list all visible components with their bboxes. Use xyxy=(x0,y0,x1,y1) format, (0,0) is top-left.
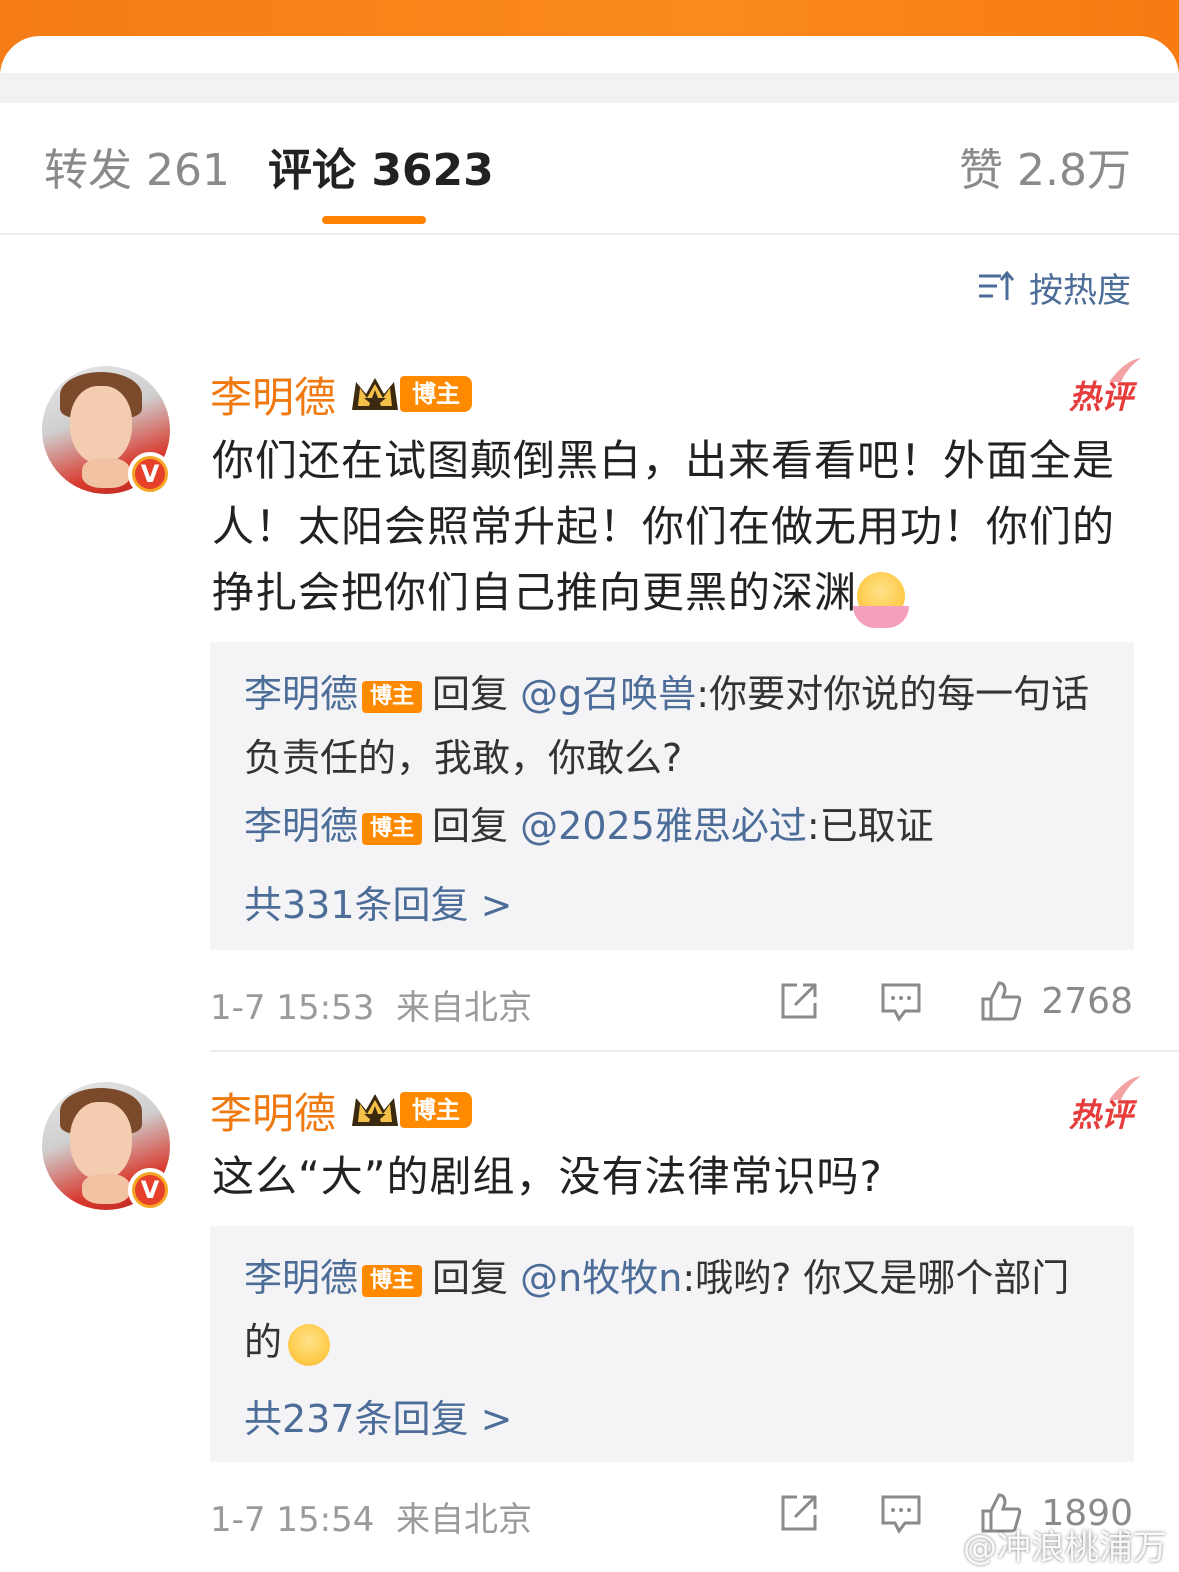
reply-verb: 回复 xyxy=(432,672,509,716)
comment-text: 这么“大”的剧组，没有法律常识吗? xyxy=(212,1152,883,1201)
comment-divider xyxy=(210,1050,1179,1052)
tab-comment[interactable]: 评论 3623 xyxy=(268,145,494,197)
reply-preview-box[interactable]: 李明德 博主 回复 @g召唤兽:你要对你说的每一句话负责任的，我敢，你敢么? 李明德… xyxy=(210,642,1134,950)
reply-preview-box[interactable]: 李明德 博主 回复 @n牧牧n:哦哟? 你又是哪个部门的 共237条回复 > xyxy=(210,1226,1134,1462)
commenter-name[interactable]: 李明德 xyxy=(210,364,336,425)
comment-meta: 1-7 15:53 来自北京 xyxy=(210,980,532,1029)
active-tab-indicator xyxy=(322,216,426,224)
comment-text: 你们还在试图颠倒黑白，出来看看吧！外面全是人！太阳会照常升起！你们在做无用功！你… xyxy=(212,428,1132,628)
weibo-logo-icon xyxy=(905,1531,953,1562)
mention-link: @2025雅思必过 xyxy=(520,804,807,848)
flame-icon xyxy=(1109,358,1141,382)
comment-location: 来自北京 xyxy=(395,1500,532,1540)
view-all-replies-link[interactable]: 共331条回复 > xyxy=(244,874,512,929)
comment-header: 李明德 博主 xyxy=(210,364,473,425)
comment-header: 李明德 博主 xyxy=(210,1080,473,1141)
comment-time: 1-7 15:53 xyxy=(210,988,375,1028)
comment-icon[interactable] xyxy=(879,979,923,1023)
tab-bar: 转发 261 评论 3623 赞 2.8万 xyxy=(0,103,1179,235)
hot-comment-tag: 热评 xyxy=(1069,358,1141,418)
comment-actions: 2768 xyxy=(777,976,1133,1026)
share-icon[interactable] xyxy=(777,979,821,1023)
comment-meta: 1-7 15:54 来自北京 xyxy=(210,1492,532,1541)
comment-time: 1-7 15:54 xyxy=(210,1500,375,1540)
blogger-badge: 博主 xyxy=(400,376,473,412)
tab-like[interactable]: 赞 2.8万 xyxy=(959,145,1131,197)
mention-link: @n牧牧n xyxy=(520,1256,683,1300)
comment-location: 来自北京 xyxy=(395,988,532,1028)
verified-badge-icon: V xyxy=(128,452,172,496)
reply-author: 李明德 xyxy=(244,804,359,848)
reply-author: 李明德 xyxy=(244,1256,359,1300)
view-all-replies-link[interactable]: 共237条回复 > xyxy=(244,1388,512,1443)
hot-comment-tag: 热评 xyxy=(1069,1076,1141,1136)
reply-item[interactable]: 李明德 博主 回复 @n牧牧n:哦哟? 你又是哪个部门的 xyxy=(244,1246,1104,1374)
blogger-badge: 博主 xyxy=(400,1092,473,1128)
reply-item[interactable]: 李明德 博主 回复 @g召唤兽:你要对你说的每一句话负责任的，我敢，你敢么? xyxy=(244,662,1104,790)
reply-item[interactable]: 李明德 博主 回复 @2025雅思必过:已取证 xyxy=(244,794,1104,858)
sort-by-hot-button[interactable]: 按热度 xyxy=(977,265,1131,311)
crown-icon xyxy=(352,378,399,410)
reply-verb: 回复 xyxy=(432,804,509,848)
commenter-name[interactable]: 李明德 xyxy=(210,1080,336,1141)
crown-icon xyxy=(352,1094,399,1126)
mention-link: @g召唤兽 xyxy=(520,672,697,716)
tab-repost[interactable]: 转发 261 xyxy=(44,145,230,197)
like-button[interactable]: 2768 xyxy=(979,979,1133,1023)
smile-emoji-icon xyxy=(853,571,910,628)
watermark: @冲浪桃浦万 xyxy=(903,1520,1167,1569)
section-separator xyxy=(0,73,1179,103)
reply-author: 李明德 xyxy=(244,672,359,716)
thumbs-up-icon xyxy=(981,981,1022,1021)
share-icon[interactable] xyxy=(777,1491,821,1535)
sort-label: 按热度 xyxy=(1029,270,1131,311)
blogger-badge: 博主 xyxy=(362,812,423,845)
like-count: 2768 xyxy=(1041,980,1133,1022)
reply-text: :已取证 xyxy=(806,804,934,848)
sort-icon xyxy=(979,270,1015,300)
blogger-badge: 博主 xyxy=(362,1264,423,1297)
reply-verb: 回复 xyxy=(432,1256,509,1300)
blogger-badge: 博主 xyxy=(362,680,423,713)
verified-badge-icon: V xyxy=(128,1168,172,1212)
flame-icon xyxy=(1109,1076,1141,1100)
smile-emoji-icon xyxy=(288,1323,331,1366)
